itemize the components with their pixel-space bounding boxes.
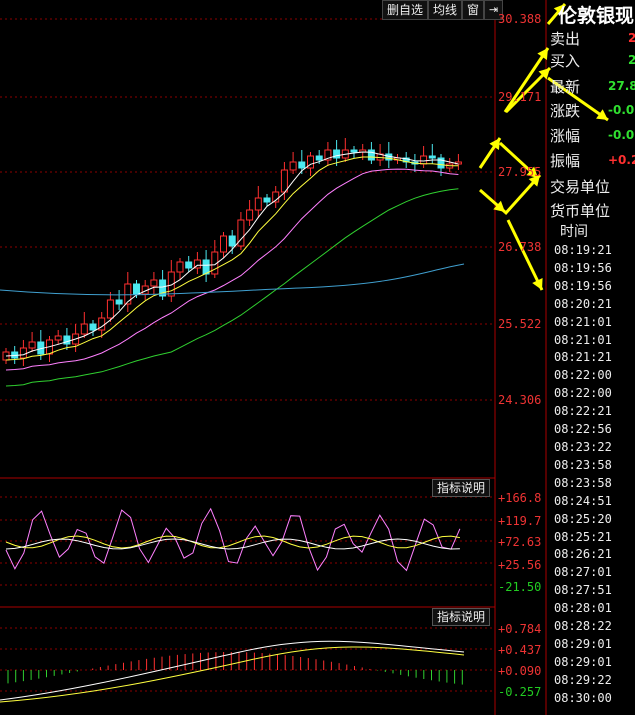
tick-time-item: 08:28:22 [554,619,612,634]
indicator1-axis-label: +25.56 [498,558,542,572]
candle-body [263,197,271,203]
ma120-line [0,263,465,296]
candle-body [115,299,123,305]
buy-value: 2 [628,53,635,67]
quote-panel: 伦敦银现 卖出 2 买入 2 最新 27.8 涨跌 -0.0 涨幅 -0.0 振… [546,0,635,715]
indicator1-help-button[interactable]: 指标说明 [432,479,491,497]
candle-body [19,347,27,359]
candle-body [220,235,227,253]
candle-body [80,323,88,335]
candle-body [246,209,254,221]
last-price-label: 最新 [550,78,581,96]
tick-time-item: 08:19:56 [554,278,612,293]
tick-time-list[interactable]: 时间 08:19:21 08:19:56 08:19:56 08:20:21 08:21… [554,222,612,708]
tick-time-item: 08:26:21 [554,547,612,562]
candle-body [133,283,140,295]
tick-time-item: 08:25:20 [554,511,612,526]
ma60-line [5,188,459,387]
tick-time-item: 08:23:22 [554,439,612,454]
amplitude-value: +0.20 [608,153,635,167]
indicator2-axis-label: -0.257 [498,685,542,699]
indicator2-help-button[interactable]: 指标说明 [432,608,491,626]
change-value: -0.0 [608,103,635,117]
tick-time-item: 08:30:00 [554,690,612,705]
ma10-line [5,156,459,361]
price-axis-label: 26.738 [498,240,542,254]
candle-body [428,155,436,159]
tick-time-item: 08:25:21 [554,529,612,544]
tick-time-item: 08:24:51 [554,493,612,508]
candle-body [176,261,184,273]
last-price-value: 27.8 [608,79,635,93]
indicator1-axis-label: +166.8 [498,491,542,505]
time-column-header: 时间 [560,224,588,240]
buy-label: 买入 [550,52,581,70]
price-axis-label: 27.955 [498,165,542,179]
change-pct-value: -0.0 [608,128,635,142]
candle-body [420,155,428,165]
window-button[interactable]: 窗 [462,0,485,20]
tick-time-item: 08:22:56 [554,422,612,437]
sell-value: 2 [628,31,635,45]
change-pct-label: 涨幅 [550,127,581,145]
tick-time-item: 08:20:21 [554,296,612,311]
amplitude-label: 振幅 [550,152,581,170]
candle-body [367,149,375,161]
price-axis-label: 29.171 [498,90,542,104]
indicator2-axis-label: +0.437 [498,643,542,657]
tick-time-item: 08:21:21 [554,350,612,365]
indicator1-axis-label: +72.63 [498,535,542,549]
candle-body [280,169,288,193]
currency-unit-label: 货币单位 [550,202,611,220]
candle-body [350,149,358,153]
tick-time-item: 08:21:01 [554,332,612,347]
tick-time-item: 08:19:21 [554,243,612,257]
remove-favorite-button[interactable]: 删自选 [382,0,429,20]
price-axis-label: 30.388 [498,12,542,26]
candle-body [54,335,62,341]
instrument-title: 伦敦银现 [558,5,635,27]
candle-body [254,197,262,211]
tick-time-item: 08:29:01 [554,654,612,669]
candle-body [185,261,193,269]
tick-time-item: 08:27:51 [554,583,612,598]
tick-time-item: 08:22:21 [554,404,612,419]
candle-body [89,323,97,331]
trade-unit-label: 交易单位 [550,178,611,196]
candle-body [150,279,158,287]
tick-time-item: 08:27:01 [554,565,612,580]
indicator2-axis-label: +0.090 [498,664,542,678]
moving-average-button[interactable]: 均线 [428,0,463,20]
chart-toolbar: 删自选 均线 窗 ⇥ [382,0,504,20]
sell-label: 卖出 [550,30,581,48]
change-label: 涨跌 [550,102,581,120]
annotation-arrow [506,219,544,291]
indicator1-axis-label: -21.50 [498,580,542,594]
tick-time-item: 08:29:22 [554,672,612,687]
price-axis-label: 25.522 [498,317,542,331]
candle-body [289,161,297,171]
tick-time-item: 08:21:01 [554,314,612,329]
kline-chart-area[interactable]: 删自选 均线 窗 ⇥ 指标说明 指标说明 [0,0,635,715]
candle-body [106,299,114,319]
candle-body [228,235,236,247]
tick-time-item: 08:23:58 [554,457,612,472]
macd-dea-line [0,646,465,703]
tick-time-item: 08:29:01 [554,636,612,651]
indicator1-axis-label: +119.7 [498,514,542,528]
tick-time-item: 08:23:58 [554,475,612,490]
tick-time-item: 08:19:56 [554,260,612,275]
kline-chart[interactable] [0,0,635,715]
candle-body [298,161,306,169]
tick-time-item: 08:22:00 [554,368,612,383]
price-axis-label: 24.306 [498,393,542,407]
candle-body [28,341,36,349]
indicator2-axis-label: +0.784 [498,622,542,636]
tick-time-item: 08:22:00 [554,386,612,401]
candle-body [315,155,323,161]
tick-time-item: 08:28:01 [554,601,612,616]
candle-body [124,283,132,305]
